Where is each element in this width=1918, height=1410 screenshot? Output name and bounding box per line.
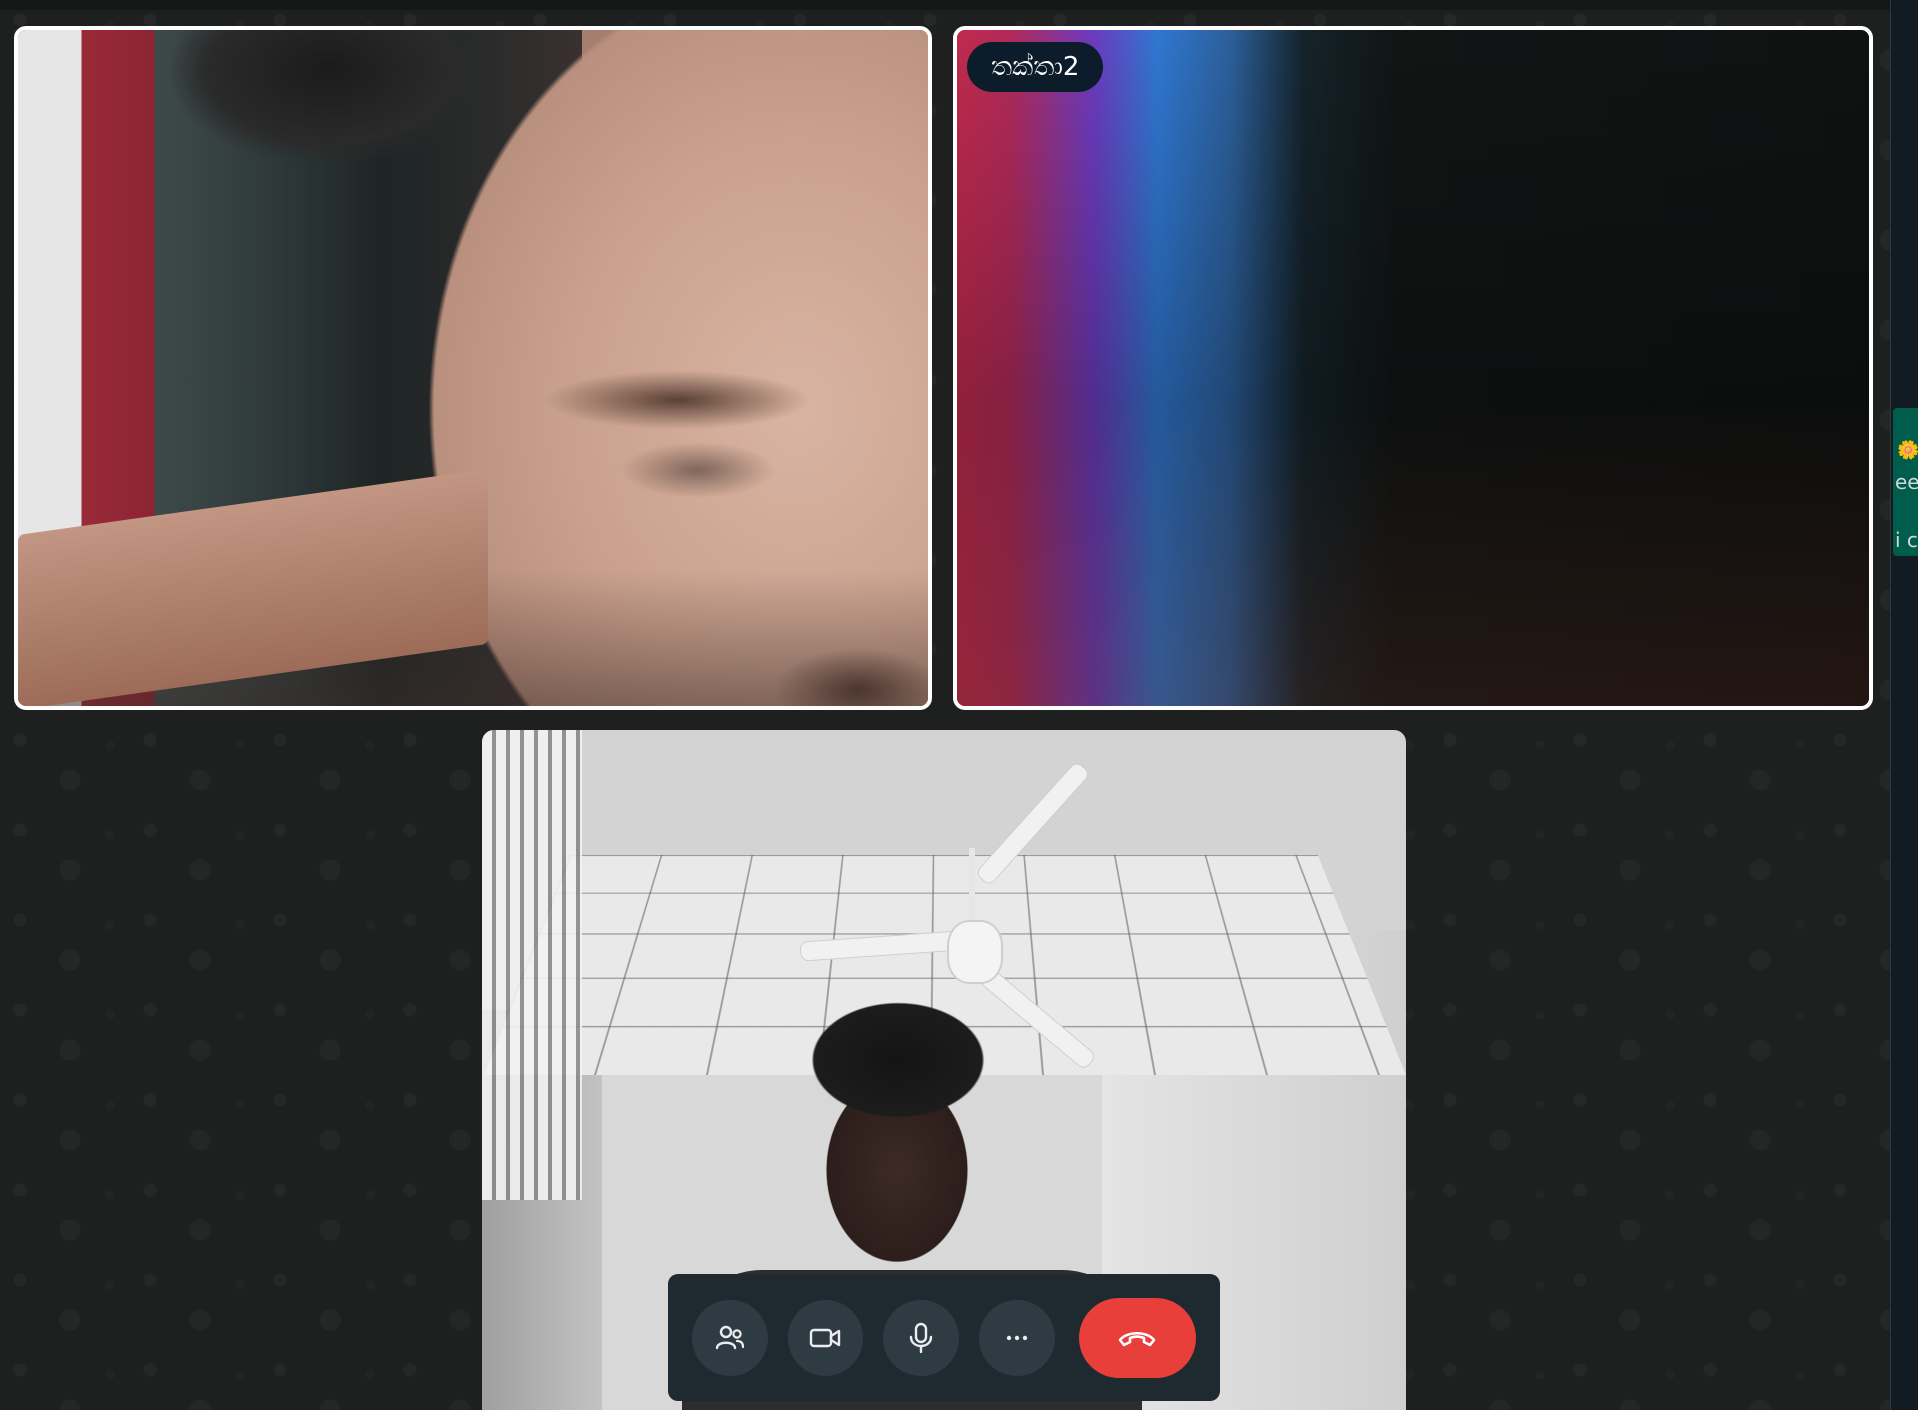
video-toggle-button[interactable]	[787, 1299, 864, 1376]
participant-name-label: තක්තා2	[967, 42, 1104, 92]
more-options-icon	[1006, 1335, 1027, 1340]
people-icon	[715, 1325, 744, 1349]
more-options-button[interactable]	[978, 1299, 1055, 1376]
message-text-fragment: ee	[1895, 470, 1918, 494]
end-call-icon	[1118, 1331, 1156, 1346]
end-call-button[interactable]	[1078, 1297, 1196, 1378]
video-camera-icon	[810, 1328, 841, 1347]
window-top-strip	[0, 0, 1890, 10]
message-emoji: 🌼	[1897, 440, 1918, 461]
message-text-fragment: i c	[1895, 528, 1918, 552]
background-chat-window: 🌼 ee i c	[1890, 0, 1918, 1410]
participant-video-tile-2[interactable]: තක්තා2	[953, 26, 1873, 710]
participants-button[interactable]	[692, 1299, 768, 1376]
participant-video-feed	[18, 30, 928, 706]
microphone-toggle-button[interactable]	[883, 1299, 959, 1376]
participant-video-tile-1[interactable]	[14, 26, 932, 710]
microphone-icon	[909, 1322, 933, 1353]
participant-video-feed	[957, 30, 1869, 706]
call-controls-bar	[668, 1274, 1220, 1401]
ceiling-fan	[947, 920, 1003, 984]
